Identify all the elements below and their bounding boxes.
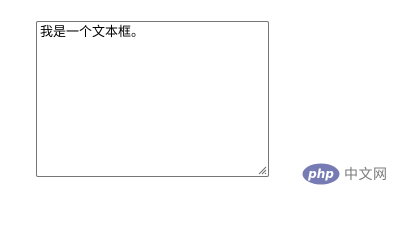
php-logo-icon: php	[302, 163, 340, 185]
php-cn-watermark: php 中文网	[302, 163, 388, 185]
resize-handle-icon[interactable]	[258, 166, 267, 175]
php-logo-text: php	[307, 167, 334, 181]
text-box[interactable]: 我是一个文本框。	[36, 21, 269, 177]
watermark-site-text: 中文网	[344, 167, 388, 183]
textarea-container: 我是一个文本框。	[36, 21, 269, 177]
